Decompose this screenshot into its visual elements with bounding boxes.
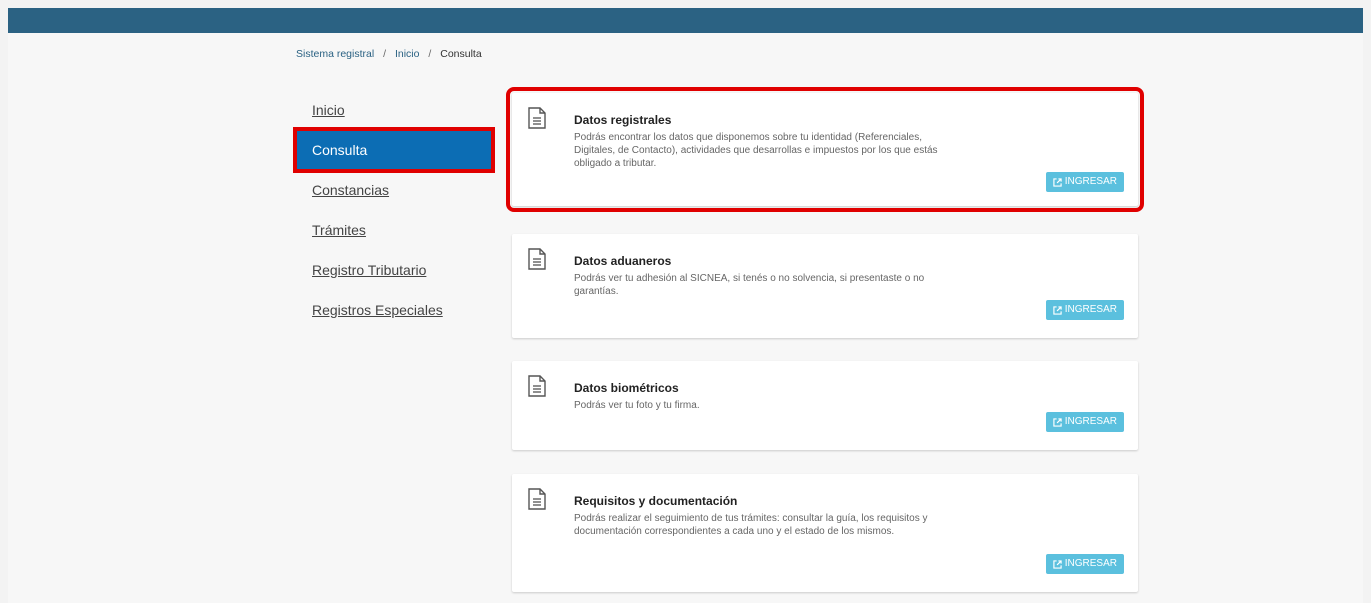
card-datos-aduaneros: Datos aduaneros Podrás ver tu adhesión a… — [512, 234, 1138, 338]
ingresar-button-label: INGRESAR — [1064, 176, 1117, 187]
ingresar-button[interactable]: INGRESAR — [1045, 300, 1124, 320]
card-datos-biometricos: Datos biométricos Podrás ver tu foto y t… — [512, 361, 1138, 450]
document-icon — [528, 488, 546, 510]
sidebar-item-inicio[interactable]: Inicio — [296, 90, 492, 130]
breadcrumb-separator: / — [383, 48, 387, 60]
sidebar-item-tramites[interactable]: Trámites — [296, 210, 492, 250]
card-title: Datos registrales — [574, 113, 672, 127]
sidebar-item-registros-especiales[interactable]: Registros Especiales — [296, 290, 492, 330]
card-description: Podrás realizar el seguimiento de tus tr… — [574, 513, 928, 537]
sidebar-nav: Inicio Consulta Constancias Trámites Reg… — [293, 90, 495, 330]
sidebar-item-consulta[interactable]: Consulta — [293, 127, 495, 173]
document-icon — [528, 375, 546, 397]
card-title: Datos biométricos — [574, 381, 679, 395]
external-link-icon — [1053, 417, 1062, 427]
card-description: Podrás encontrar los datos que disponemo… — [574, 132, 938, 169]
breadcrumb-current: Consulta — [440, 48, 482, 60]
ingresar-button[interactable]: INGRESAR — [1045, 554, 1124, 574]
breadcrumb-separator: / — [428, 48, 432, 60]
external-link-icon — [1053, 177, 1062, 187]
breadcrumb-root-link[interactable]: Sistema registral — [296, 48, 374, 60]
document-icon — [528, 248, 546, 270]
external-link-icon — [1053, 305, 1062, 315]
card-requisitos-documentacion: Requisitos y documentación Podrás realiz… — [512, 474, 1138, 592]
ingresar-button[interactable]: INGRESAR — [1045, 412, 1124, 432]
card-description: Podrás ver tu adhesión al SICNEA, si ten… — [574, 273, 925, 297]
ingresar-button-label: INGRESAR — [1064, 304, 1117, 315]
external-link-icon — [1053, 559, 1062, 569]
card-title: Requisitos y documentación — [574, 494, 738, 508]
ingresar-button-label: INGRESAR — [1064, 558, 1117, 569]
sidebar-item-registro-tributario[interactable]: Registro Tributario — [296, 250, 492, 290]
card-datos-registrales: Datos registrales Podrás encontrar los d… — [506, 87, 1144, 212]
sidebar-item-constancias[interactable]: Constancias — [296, 170, 492, 210]
ingresar-button[interactable]: INGRESAR — [1045, 172, 1124, 192]
card-title: Datos aduaneros — [574, 254, 672, 268]
card-description: Podrás ver tu foto y tu firma. — [574, 400, 700, 411]
ingresar-button-label: INGRESAR — [1064, 416, 1117, 427]
breadcrumb: Sistema registral / Inicio / Consulta — [296, 48, 482, 60]
document-icon — [528, 107, 546, 129]
top-header-bar — [8, 8, 1363, 33]
breadcrumb-parent-link[interactable]: Inicio — [395, 48, 420, 60]
